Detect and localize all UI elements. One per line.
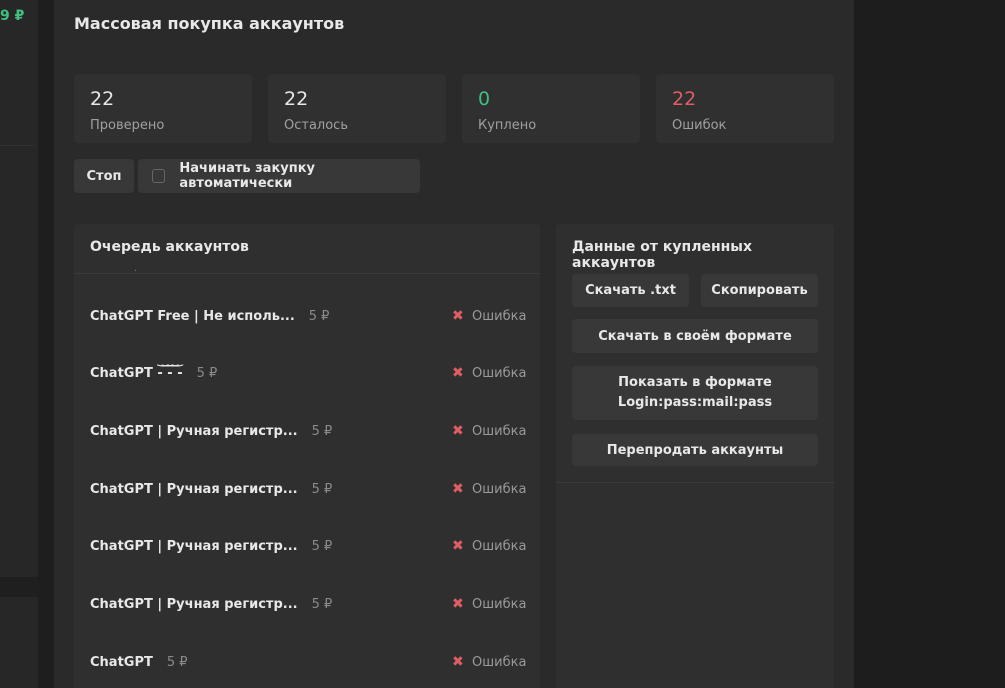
queue-list-item[interactable]: ChatGPT | Ручная регистр... 5 ₽ ✖ Ошибка — [74, 594, 540, 614]
item-price: 5 ₽ — [311, 596, 333, 612]
item-status: Ошибка — [472, 481, 527, 497]
item-name: ChatGPT | Ручная регистр... — [90, 481, 298, 497]
item-name: ChatGPT -͝ ͝-͝ ͝- — [90, 365, 183, 381]
x-mark-icon: ✖ — [452, 538, 464, 554]
item-status: Ошибка — [472, 654, 527, 670]
left-sidebar-strip: 9 ₽ — [0, 0, 38, 688]
stat-card-bought: 0 Куплено — [462, 74, 640, 143]
divider — [0, 145, 34, 146]
item-price: 5 ₽ — [166, 654, 188, 670]
purchased-data-title: Данные от купленных аккаунтов — [572, 239, 752, 271]
stat-card-remaining: 22 Осталось — [268, 74, 446, 143]
divider — [0, 577, 38, 597]
item-name: ChatGPT — [90, 654, 153, 670]
bulk-purchase-panel: Массовая покупка аккаунтов 22 Проверено … — [54, 0, 854, 688]
item-name: ChatGPT | Ручная регистр... — [90, 423, 298, 439]
queue-list-item[interactable]: ChatGPT | Ручная регистр... 5 ₽ ✖ Ошибка — [74, 536, 540, 556]
stat-card-checked: 22 Проверено — [74, 74, 252, 143]
download-txt-button[interactable]: Скачать .txt — [572, 274, 689, 307]
resell-accounts-button[interactable]: Перепродать аккаунты — [572, 434, 818, 466]
queue-list-item[interactable]: ChatGPT -͝ ͝-͝ ͝- 5 ₽ ✖ Ошибка — [74, 363, 540, 383]
item-price: 5 ₽ — [311, 423, 333, 439]
queue-list-item[interactable]: ChatGPT 5 ₽ ✖ Ошибка — [74, 652, 540, 672]
auto-buy-checkbox[interactable] — [152, 169, 166, 183]
divider — [74, 273, 540, 274]
stat-bought-label: Куплено — [478, 118, 537, 133]
balance-value: 9 ₽ — [0, 8, 25, 24]
item-price: 5 ₽ — [308, 308, 330, 324]
item-status: Ошибка — [472, 365, 527, 381]
partial-list-item: · — [134, 266, 138, 277]
item-name: ChatGPT | Ручная регистр... — [90, 538, 298, 554]
stat-errors-value: 22 — [672, 88, 697, 110]
x-mark-icon: ✖ — [452, 423, 464, 439]
stat-remaining-value: 22 — [284, 88, 309, 110]
item-status: Ошибка — [472, 596, 527, 612]
show-format-button[interactable]: Показать в формате Login:pass:mail:pass — [572, 366, 818, 420]
show-format-label-line2: Login:pass:mail:pass — [617, 395, 773, 410]
auto-buy-label: Начинать закупку автоматически — [179, 161, 316, 191]
item-price: 5 ₽ — [311, 481, 333, 497]
stat-checked-label: Проверено — [90, 118, 165, 133]
x-mark-icon: ✖ — [452, 365, 464, 381]
item-status: Ошибка — [472, 308, 527, 324]
stop-button[interactable]: Стоп — [74, 159, 134, 193]
stat-remaining-label: Осталось — [284, 118, 348, 133]
divider — [556, 482, 834, 483]
purchased-data-panel: Данные от купленных аккаунтов Скачать .t… — [556, 224, 834, 688]
item-status: Ошибка — [472, 423, 527, 439]
download-custom-format-button[interactable]: Скачать в своём формате — [572, 319, 818, 353]
stat-checked-value: 22 — [90, 88, 115, 110]
stat-card-errors: 22 Ошибок — [656, 74, 834, 143]
stat-errors-label: Ошибок — [672, 118, 727, 133]
column-gap — [38, 0, 54, 688]
item-price: 5 ₽ — [196, 365, 218, 381]
page-title: Массовая покупка аккаунтов — [74, 14, 345, 33]
right-background — [854, 0, 1005, 688]
queue-panel: Очередь аккаунтов · ChatGPT Free | Не ис… — [74, 224, 540, 688]
show-format-label-line1: Показать в формате — [618, 375, 772, 390]
queue-title: Очередь аккаунтов — [90, 239, 249, 255]
x-mark-icon: ✖ — [452, 654, 464, 670]
x-mark-icon: ✖ — [452, 481, 464, 497]
stat-bought-value: 0 — [478, 88, 491, 110]
queue-list-item[interactable]: ChatGPT | Ручная регистр... 5 ₽ ✖ Ошибка — [74, 479, 540, 499]
queue-list-item[interactable]: ChatGPT Free | Не исполь... 5 ₽ ✖ Ошибка — [74, 306, 540, 326]
queue-list-item[interactable]: ChatGPT | Ручная регистр... 5 ₽ ✖ Ошибка — [74, 421, 540, 441]
item-name: ChatGPT | Ручная регистр... — [90, 596, 298, 612]
item-status: Ошибка — [472, 538, 527, 554]
item-name: ChatGPT Free | Не исполь... — [90, 308, 295, 324]
item-price: 5 ₽ — [311, 538, 333, 554]
auto-buy-toggle[interactable]: Начинать закупку автоматически — [138, 159, 420, 193]
copy-button[interactable]: Скопировать — [701, 274, 818, 307]
x-mark-icon: ✖ — [452, 596, 464, 612]
x-mark-icon: ✖ — [452, 308, 464, 324]
